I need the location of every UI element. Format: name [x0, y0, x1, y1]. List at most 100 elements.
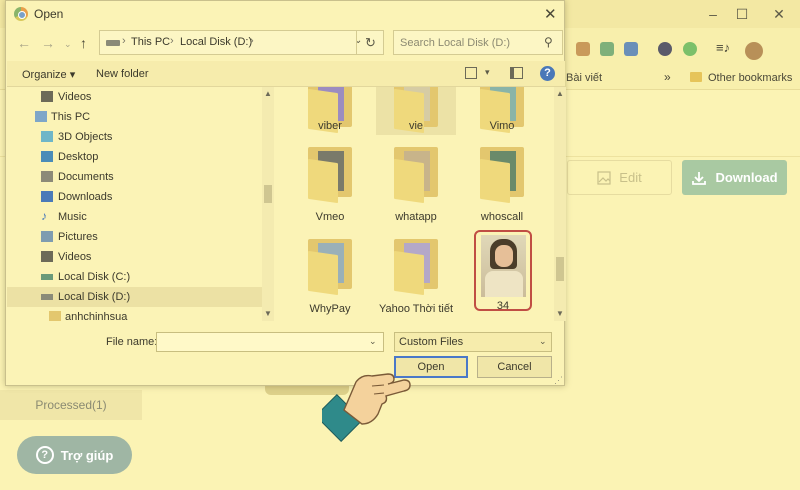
open-dialog: Open ✕ ← → ⌄ ↑ › This PC › Local Disk (D… [5, 0, 566, 386]
sidebar-item-3d-objects[interactable]: 3D Objects [7, 127, 262, 147]
view-options-icon[interactable] [465, 67, 477, 79]
file-name: WhyPay [309, 303, 351, 315]
scroll-down-icon[interactable]: ▼ [556, 309, 564, 318]
file-type-select[interactable]: Custom Files ⌄ [394, 332, 552, 352]
file-type-value: Custom Files [399, 336, 464, 348]
preview-pane-icon[interactable] [510, 67, 523, 79]
navigation-pane: Videos This PC 3D Objects Desktop Docume… [7, 87, 262, 321]
reading-list-icon[interactable]: ≡♪ [716, 40, 730, 55]
sidebar-item-local-disk-d[interactable]: Local Disk (D:) [7, 287, 262, 307]
extension-icon[interactable] [683, 42, 697, 56]
folder-item-viber[interactable]: viber [290, 87, 370, 137]
chrome-icon [14, 7, 28, 21]
bookmarks-overflow-button[interactable]: » [664, 70, 671, 84]
videos-icon [41, 91, 53, 102]
folder-icon [49, 311, 61, 321]
folder-item-vimo[interactable]: Vimo [462, 87, 542, 137]
sidebar-item-pictures[interactable]: Pictures [7, 227, 262, 247]
search-input[interactable]: Search Local Disk (D:) ⚲ [393, 30, 563, 55]
help-icon[interactable]: ? [540, 66, 555, 81]
file-name: Vimo [489, 120, 515, 132]
extension-icon[interactable] [600, 42, 614, 56]
download-button[interactable]: Download [682, 160, 787, 195]
scroll-down-icon[interactable]: ▼ [264, 309, 272, 318]
breadcrumb-local-disk-d[interactable]: Local Disk (D:) [180, 36, 252, 48]
folder-icon [690, 72, 702, 82]
videos-icon [41, 251, 53, 262]
forward-arrow-icon[interactable]: → [41, 35, 55, 51]
refresh-icon[interactable]: ↻ [356, 30, 384, 55]
scrollbar-thumb[interactable] [556, 257, 564, 281]
organize-button[interactable]: Organize ▾ [22, 68, 75, 81]
sidebar-item-videos[interactable]: Videos [7, 247, 262, 267]
close-window-icon[interactable]: ✕ [764, 4, 794, 24]
folder-item-vmeo[interactable]: Vmeo [290, 145, 370, 225]
back-arrow-icon[interactable]: ← [17, 35, 31, 51]
folder-icon [480, 147, 526, 204]
sidebar-item-desktop[interactable]: Desktop [7, 147, 262, 167]
tab-processed[interactable]: Processed(1) [0, 390, 142, 420]
address-bar[interactable]: › This PC › Local Disk (D:) › ⌄ [99, 30, 384, 55]
breadcrumb-this-pc[interactable]: This PC [131, 36, 170, 48]
image-file-34[interactable]: 34 [474, 230, 532, 312]
desktop-icon [41, 151, 53, 162]
dialog-title: Open [34, 7, 64, 21]
profile-avatar[interactable] [745, 42, 763, 60]
drive-icon [41, 274, 53, 280]
drive-icon [41, 294, 53, 300]
minimize-icon[interactable]: – [698, 4, 728, 24]
pictures-icon [41, 231, 53, 242]
scrollbar-thumb[interactable] [264, 185, 272, 203]
up-arrow-icon[interactable]: ↑ [80, 35, 87, 51]
chevron-down-icon[interactable]: ⌄ [369, 336, 377, 347]
sidebar-item-label: Desktop [58, 151, 99, 163]
help-label: Trợ giúp [60, 447, 114, 463]
extension-icon[interactable] [658, 42, 672, 56]
bookmark-other[interactable]: Other bookmarks [708, 72, 792, 84]
folder-item-yahoo-thoi-tiet[interactable]: Yahoo Thời tiết [376, 237, 456, 317]
sidebar-item-label: Local Disk (C:) [58, 271, 131, 283]
folder-item-whatapp[interactable]: whatapp [376, 145, 456, 225]
photo-thumbnail [481, 235, 526, 297]
folder-item-whypay[interactable]: WhyPay [290, 237, 370, 317]
maximize-icon[interactable]: ☐ [727, 4, 757, 24]
folder-item-whoscall[interactable]: whoscall [462, 145, 542, 225]
sidebar-item-label: Downloads [58, 191, 113, 203]
file-list: viber vie Vimo Vmeo whatapp whoscall Why… [276, 87, 554, 321]
file-name: Yahoo Thời tiết [378, 303, 454, 315]
chevron-down-icon[interactable]: ▾ [485, 67, 490, 78]
folder-icon [308, 147, 354, 204]
sidebar-item-videos[interactable]: Videos [7, 87, 262, 107]
sidebar-item-music[interactable]: ♪ Music [7, 207, 262, 227]
sidebar-item-label: anhchinhsua [65, 311, 128, 321]
sidebar-item-this-pc[interactable]: This PC [7, 107, 262, 127]
help-button[interactable]: ? Trợ giúp [17, 436, 132, 474]
folder-item-vie[interactable]: vie [376, 87, 456, 135]
file-list-scrollbar[interactable]: ▲ ▼ [554, 87, 566, 321]
scroll-up-icon[interactable]: ▲ [264, 89, 272, 98]
sidebar-item-label: Videos [58, 91, 92, 103]
sidebar-item-anhchinhsua[interactable]: anhchinhsua [7, 307, 262, 321]
edit-button[interactable]: Edit [567, 160, 672, 195]
scroll-up-icon[interactable]: ▲ [556, 89, 564, 98]
chevron-down-icon[interactable]: ⌄ [64, 39, 72, 50]
folder-icon [394, 239, 440, 296]
sidebar-item-label: Documents [58, 171, 114, 183]
sidebar-item-downloads[interactable]: Downloads [7, 187, 262, 207]
close-icon[interactable]: ✕ [544, 5, 557, 23]
file-name-label: File name: [106, 336, 158, 348]
resize-grip-icon[interactable]: ⋰ [554, 375, 563, 386]
extension-icon[interactable] [624, 42, 638, 56]
navigation-scrollbar[interactable]: ▲ ▼ [262, 87, 274, 321]
file-name: whoscall [480, 211, 524, 223]
sidebar-item-documents[interactable]: Documents [7, 167, 262, 187]
file-name: viber [318, 120, 342, 132]
file-name-input[interactable] [156, 332, 384, 352]
cancel-button[interactable]: Cancel [477, 356, 552, 378]
new-folder-button[interactable]: New folder [96, 68, 149, 80]
file-name: Vmeo [315, 211, 345, 223]
bookmark-bai-viet[interactable]: Bài viết [566, 72, 602, 84]
sidebar-item-local-disk-c[interactable]: Local Disk (C:) [7, 267, 262, 287]
extension-icon[interactable] [576, 42, 590, 56]
drive-icon [106, 40, 120, 46]
